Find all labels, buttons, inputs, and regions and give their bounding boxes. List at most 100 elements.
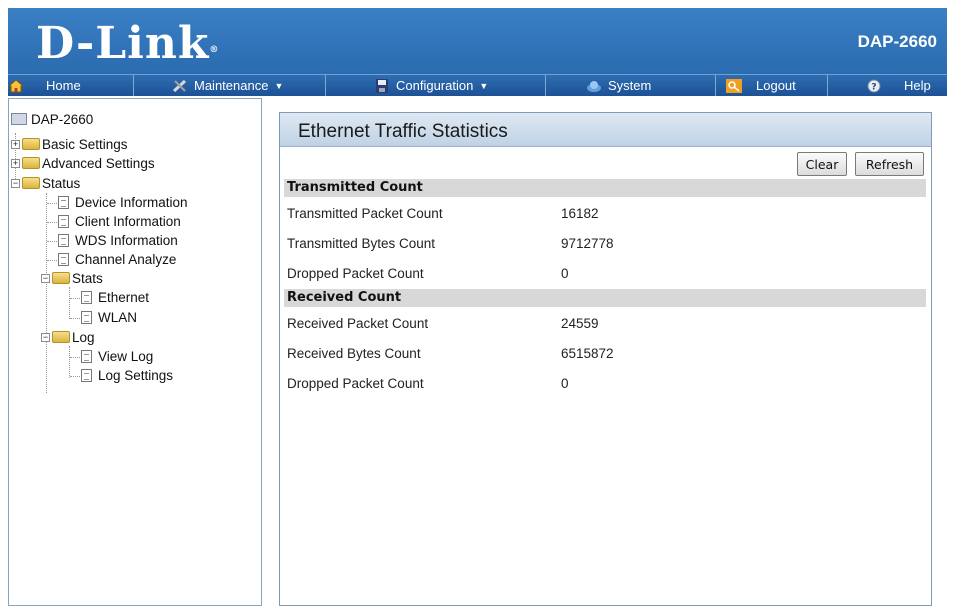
received-count-heading: Received Count bbox=[284, 289, 926, 307]
collapse-minus-icon[interactable]: − bbox=[41, 332, 50, 342]
stat-value: 0 bbox=[561, 266, 569, 281]
tree-item-status[interactable]: − Status bbox=[11, 174, 80, 192]
tree-item-ethernet[interactable]: Ethernet bbox=[81, 288, 149, 306]
menu-home[interactable]: Home bbox=[7, 75, 134, 96]
tree-root-label: DAP-2660 bbox=[31, 111, 94, 127]
tree-root-device[interactable]: DAP-2660 bbox=[11, 110, 93, 128]
clear-button[interactable]: Clear bbox=[797, 152, 847, 176]
tree-item-log-settings[interactable]: Log Settings bbox=[81, 366, 173, 384]
stat-value: 24559 bbox=[561, 316, 599, 331]
tree-label: Log Settings bbox=[98, 367, 174, 383]
tree-item-stats[interactable]: − Stats bbox=[41, 269, 103, 287]
tree-connector bbox=[46, 193, 47, 393]
stat-label: Dropped Packet Count bbox=[287, 376, 424, 391]
expand-plus-icon[interactable]: + bbox=[11, 139, 20, 149]
tree-label: Basic Settings bbox=[42, 136, 128, 152]
dlink-logo: D-Link® bbox=[36, 20, 219, 68]
svg-text:?: ? bbox=[871, 82, 876, 92]
navigation-tree: DAP-2660 + Basic Settings + Advanced Set… bbox=[8, 98, 262, 606]
stat-row: Received Bytes Count 6515872 bbox=[287, 346, 614, 364]
menu-maintenance[interactable]: Maintenance ▼ bbox=[134, 75, 326, 96]
stat-row: Received Packet Count 24559 bbox=[287, 316, 599, 334]
stat-value: 6515872 bbox=[561, 346, 614, 361]
stat-value: 9712778 bbox=[561, 236, 614, 251]
stat-value: 0 bbox=[561, 376, 569, 391]
menu-configuration[interactable]: Configuration ▼ bbox=[326, 75, 546, 96]
document-icon bbox=[81, 290, 92, 304]
stat-label: Dropped Packet Count bbox=[287, 266, 424, 281]
tree-item-wlan[interactable]: WLAN bbox=[81, 308, 137, 326]
menu-maintenance-label: Maintenance bbox=[194, 78, 269, 93]
expand-plus-icon[interactable]: + bbox=[11, 158, 20, 168]
tree-item-view-log[interactable]: View Log bbox=[81, 347, 153, 365]
stat-value: 16182 bbox=[561, 206, 599, 221]
tree-item-wds-information[interactable]: WDS Information bbox=[58, 231, 178, 249]
tree-item-log[interactable]: − Log bbox=[41, 328, 95, 346]
stat-label: Transmitted Packet Count bbox=[287, 206, 443, 221]
document-icon bbox=[81, 310, 92, 324]
open-folder-icon bbox=[52, 331, 70, 343]
tree-connector bbox=[47, 241, 57, 242]
folder-icon bbox=[22, 157, 40, 169]
menu-system-label: System bbox=[608, 78, 652, 93]
document-icon bbox=[81, 349, 92, 363]
chevron-down-icon: ▼ bbox=[274, 80, 284, 91]
menu-logout-label: Logout bbox=[756, 78, 796, 93]
tree-label: View Log bbox=[98, 348, 154, 364]
stat-label: Received Bytes Count bbox=[287, 346, 421, 361]
stat-label: Transmitted Bytes Count bbox=[287, 236, 436, 251]
stat-row: Transmitted Packet Count 16182 bbox=[287, 206, 599, 224]
tree-connector bbox=[70, 318, 80, 319]
menu-logout[interactable]: Logout bbox=[716, 75, 828, 96]
tree-connector bbox=[69, 287, 70, 319]
document-icon bbox=[58, 195, 69, 209]
menu-configuration-label: Configuration bbox=[396, 78, 474, 93]
ethernet-stats-panel: Ethernet Traffic Statistics Clear Refres… bbox=[279, 112, 932, 606]
tree-connector bbox=[47, 222, 57, 223]
help-icon: ? bbox=[866, 79, 882, 93]
menu-home-label: Home bbox=[46, 78, 81, 93]
tree-label: Advanced Settings bbox=[42, 155, 155, 171]
collapse-minus-icon[interactable]: − bbox=[11, 178, 20, 188]
stat-row: Dropped Packet Count 0 bbox=[287, 266, 569, 284]
tree-connector bbox=[47, 203, 57, 204]
tools-icon bbox=[172, 79, 188, 93]
menu-system[interactable]: System bbox=[546, 75, 716, 96]
tree-item-basic-settings[interactable]: + Basic Settings bbox=[11, 135, 128, 153]
stat-label: Received Packet Count bbox=[287, 316, 429, 331]
top-menu-bar: Home Maintenance ▼ Configuration ▼ Syste… bbox=[7, 74, 947, 96]
tree-label: Log bbox=[72, 329, 95, 345]
tree-item-advanced-settings[interactable]: + Advanced Settings bbox=[11, 154, 155, 172]
computer-icon bbox=[11, 113, 27, 125]
stat-row: Dropped Packet Count 0 bbox=[287, 376, 569, 394]
tree-label: Stats bbox=[72, 270, 103, 286]
menu-help-label: Help bbox=[904, 78, 931, 93]
collapse-minus-icon[interactable]: − bbox=[41, 273, 50, 283]
tree-item-client-information[interactable]: Client Information bbox=[58, 212, 181, 230]
tree-label: Ethernet bbox=[98, 289, 150, 305]
tree-label: Status bbox=[42, 175, 81, 191]
tree-label: Device Information bbox=[75, 194, 188, 210]
model-name: DAP-2660 bbox=[857, 32, 937, 51]
tree-label: Client Information bbox=[75, 213, 181, 229]
refresh-button[interactable]: Refresh bbox=[855, 152, 924, 176]
tree-connector bbox=[69, 346, 70, 378]
folder-icon bbox=[22, 138, 40, 150]
registered-mark: ® bbox=[209, 45, 220, 55]
stat-row: Transmitted Bytes Count 9712778 bbox=[287, 236, 614, 254]
header-banner: D-Link® DAP-2660 bbox=[8, 8, 947, 74]
brand-name: D-Link bbox=[36, 18, 210, 69]
chevron-down-icon: ▼ bbox=[479, 80, 489, 91]
open-folder-icon bbox=[22, 177, 40, 189]
tree-item-device-information[interactable]: Device Information bbox=[58, 193, 188, 211]
key-icon bbox=[726, 78, 742, 93]
tree-connector bbox=[70, 298, 80, 299]
tree-connector bbox=[47, 260, 57, 261]
tree-label: WLAN bbox=[98, 309, 138, 325]
open-folder-icon bbox=[52, 272, 70, 284]
menu-help[interactable]: ? Help bbox=[828, 75, 947, 96]
document-icon bbox=[58, 233, 69, 247]
document-icon bbox=[81, 368, 92, 382]
tree-item-channel-analyze[interactable]: Channel Analyze bbox=[58, 250, 176, 268]
document-icon bbox=[58, 214, 69, 228]
